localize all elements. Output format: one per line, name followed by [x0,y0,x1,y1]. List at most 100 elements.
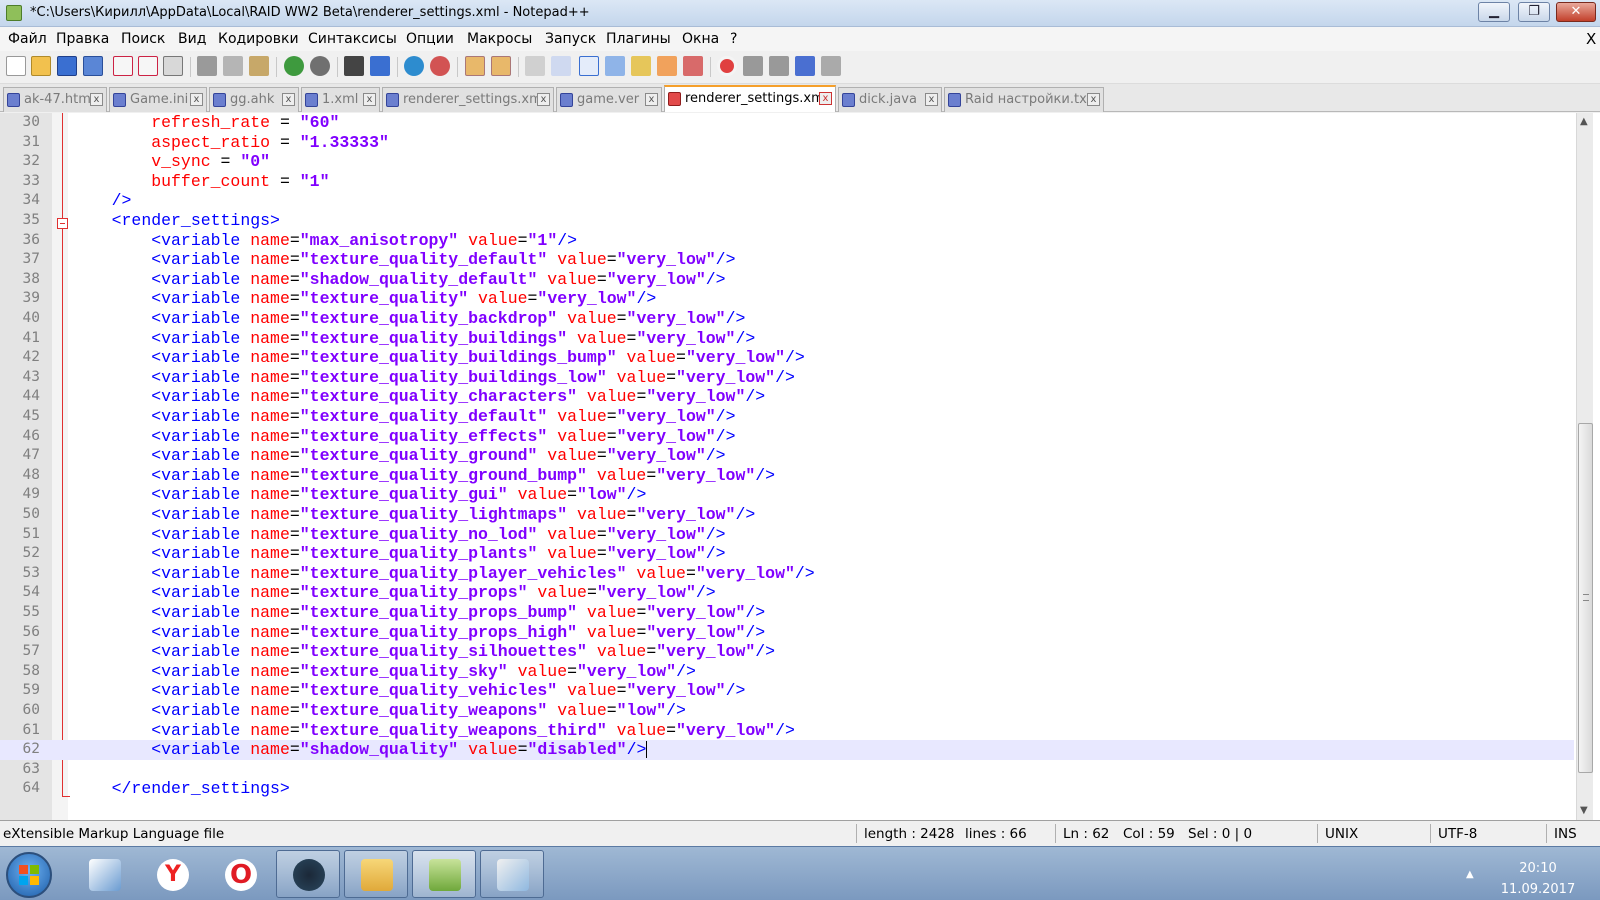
taskbar-app-opera[interactable]: O [208,850,272,898]
code-line[interactable]: 54 <variable name="texture_quality_props… [0,583,1574,603]
tab-dick-java[interactable]: dick.java x [838,87,942,112]
wrap-icon[interactable] [525,56,545,76]
status-eol[interactable]: UNIX [1325,826,1358,842]
save-macro-icon[interactable] [821,56,841,76]
run-macro-multiple-icon[interactable] [795,56,815,76]
code-line[interactable]: 38 <variable name="shadow_quality_defaul… [0,270,1574,290]
code-line[interactable]: 50 <variable name="texture_quality_light… [0,505,1574,525]
print-icon[interactable] [163,56,183,76]
menu-plugins[interactable]: Плагины [606,31,671,47]
tab-ak47-html[interactable]: ak-47.html x [3,87,107,112]
code-line[interactable]: 40 <variable name="texture_quality_backd… [0,309,1574,329]
stop-macro-icon[interactable] [743,56,763,76]
code-line[interactable]: 47 <variable name="texture_quality_groun… [0,446,1574,466]
code-line[interactable]: 53 <variable name="texture_quality_playe… [0,564,1574,584]
close-button[interactable]: ✕ [1556,2,1596,22]
tab-close-icon[interactable]: x [819,92,832,105]
tab-raid-settings-txt[interactable]: Raid настройки.txt x [944,87,1104,112]
code-line[interactable]: 37 <variable name="texture_quality_defau… [0,250,1574,270]
code-line[interactable]: 44 <variable name="texture_quality_chara… [0,387,1574,407]
menu-edit[interactable]: Правка [56,31,109,47]
code-line[interactable]: 36 <variable name="max_anisotropy" value… [0,231,1574,251]
tab-close-icon[interactable]: x [190,93,203,106]
code-line[interactable]: 42 <variable name="texture_quality_build… [0,348,1574,368]
tab-renderer-settings-xml-1[interactable]: renderer_settings.xml x [382,87,554,112]
code-line[interactable]: 51 <variable name="texture_quality_no_lo… [0,525,1574,545]
menu-help[interactable]: ? [730,31,737,47]
menu-run[interactable]: Запуск [545,31,596,47]
indent-guide-icon[interactable] [579,56,599,76]
scroll-thumb[interactable] [1578,423,1593,773]
code-line[interactable]: 34 /> [0,191,1574,211]
vertical-scrollbar[interactable]: ▲ ▼ [1576,113,1593,820]
menu-search[interactable]: Поиск [121,31,165,47]
menu-view[interactable]: Вид [178,31,206,47]
code-line[interactable]: 31 aspect_ratio = "1.33333" [0,133,1574,153]
tab-close-icon[interactable]: x [90,93,103,106]
taskbar-app-finder[interactable] [72,850,136,898]
code-line[interactable]: 32 v_sync = "0" [0,152,1574,172]
doc-map-icon[interactable] [631,56,651,76]
save-all-icon[interactable] [83,56,103,76]
taskbar-app-explorer[interactable] [344,850,408,898]
paste-icon[interactable] [249,56,269,76]
code-line[interactable]: 59 <variable name="texture_quality_vehic… [0,681,1574,701]
maximize-button[interactable]: ❐ [1518,2,1550,22]
folder-workspace-icon[interactable] [683,56,703,76]
redo-icon[interactable] [310,56,330,76]
code-line[interactable]: 58 <variable name="texture_quality_sky" … [0,662,1574,682]
menu-window[interactable]: Окна [682,31,719,47]
scroll-down-icon[interactable]: ▼ [1580,805,1588,816]
save-icon[interactable] [57,56,77,76]
tab-renderer-settings-xml-active[interactable]: renderer_settings.xml x [664,85,836,112]
tab-close-icon[interactable]: x [645,93,658,106]
code-line[interactable]: 43 <variable name="texture_quality_build… [0,368,1574,388]
menu-macro[interactable]: Макросы [467,31,532,47]
code-line[interactable]: 49 <variable name="texture_quality_gui" … [0,485,1574,505]
tab-1-xml[interactable]: 1.xml x [301,87,380,112]
new-file-icon[interactable] [6,56,26,76]
code-line[interactable]: 52 <variable name="texture_quality_plant… [0,544,1574,564]
copy-icon[interactable] [223,56,243,76]
taskbar-app-steam[interactable] [276,850,340,898]
tab-close-icon[interactable]: x [363,93,376,106]
code-line[interactable]: 55 <variable name="texture_quality_props… [0,603,1574,623]
code-line[interactable]: 45 <variable name="texture_quality_defau… [0,407,1574,427]
code-line[interactable]: 63 [0,760,1574,780]
code-line[interactable]: 61 <variable name="texture_quality_weapo… [0,721,1574,741]
menu-file[interactable]: Файл [8,31,47,47]
all-chars-icon[interactable] [551,56,571,76]
code-line[interactable]: 41 <variable name="texture_quality_build… [0,329,1574,349]
function-list-icon[interactable] [657,56,677,76]
menu-language[interactable]: Синтаксисы [308,31,397,47]
replace-icon[interactable] [370,56,390,76]
minimize-button[interactable]: ▁ [1478,2,1510,22]
code-line[interactable]: 57 <variable name="texture_quality_silho… [0,642,1574,662]
status-mode[interactable]: INS [1554,826,1577,842]
record-macro-icon[interactable] [717,56,737,76]
tray-expand-icon[interactable]: ▲ [1466,869,1474,880]
scroll-up-icon[interactable]: ▲ [1580,116,1588,127]
tab-game-ver[interactable]: game.ver x [556,87,662,112]
undo-icon[interactable] [284,56,304,76]
taskbar-app-yandex[interactable]: Y [140,850,204,898]
close-icon[interactable] [113,56,133,76]
code-line[interactable]: 33 buffer_count = "1" [0,172,1574,192]
status-encoding[interactable]: UTF-8 [1438,826,1477,842]
taskbar-app-paint[interactable] [480,850,544,898]
close-document-icon[interactable]: X [1586,30,1596,48]
clock-time[interactable]: 20:10 [1488,861,1588,876]
open-file-icon[interactable] [31,56,51,76]
play-macro-icon[interactable] [769,56,789,76]
code-line[interactable]: 30 refresh_rate = "60" [0,113,1574,133]
find-icon[interactable] [344,56,364,76]
sync-v-icon[interactable] [465,56,485,76]
code-line[interactable]: 48 <variable name="texture_quality_groun… [0,466,1574,486]
menu-settings[interactable]: Опции [406,31,454,47]
tab-close-icon[interactable]: x [1087,93,1100,106]
sync-h-icon[interactable] [491,56,511,76]
clock-date[interactable]: 11.09.2017 [1488,882,1588,897]
code-line[interactable]: 60 <variable name="texture_quality_weapo… [0,701,1574,721]
tab-close-icon[interactable]: x [282,93,295,106]
taskbar-app-notepadpp[interactable] [412,850,476,898]
